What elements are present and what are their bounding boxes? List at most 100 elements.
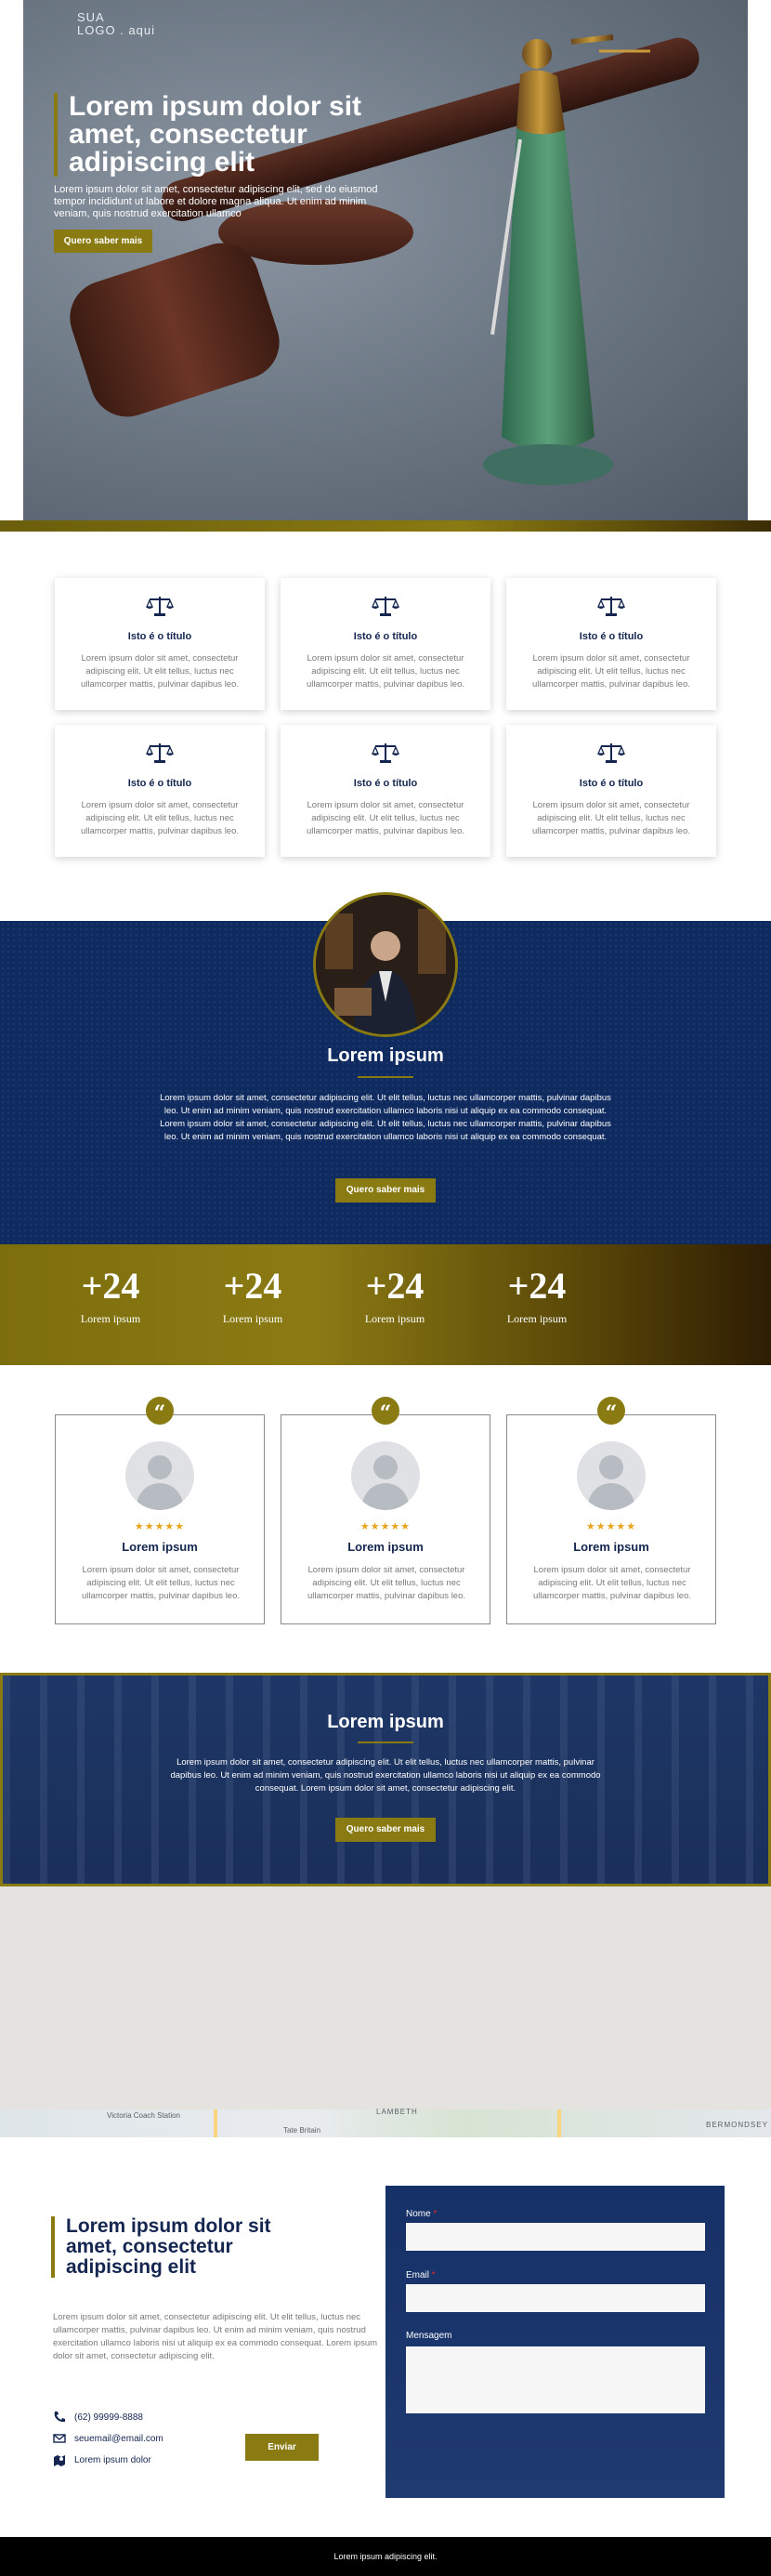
contact-address-text: Lorem ipsum dolor [74, 2454, 151, 2465]
avatar-head [599, 1455, 623, 1479]
scale-icon [372, 597, 399, 616]
service-card[interactable]: Isto é o título Lorem ipsum dolor sit ame… [506, 725, 716, 857]
testimonial-text: Lorem ipsum dolor sit amet, consectetur … [81, 1565, 241, 1601]
service-card[interactable]: Isto é o título Lorem ipsum dolor sit ame… [281, 578, 490, 710]
about-text: Lorem ipsum dolor sit amet, consectetur … [160, 1093, 611, 1142]
contact-email-text: seuemail@email.com [74, 2433, 163, 2444]
counter-label: Lorem ipsum [222, 1312, 283, 1325]
service-card[interactable]: Isto é o título Lorem ipsum dolor sit ame… [55, 725, 265, 857]
map-road [214, 2109, 217, 2137]
message-label: Mensagem [406, 2331, 452, 2341]
map-label-tate-britain: Tate Britain [283, 2126, 321, 2135]
service-card-text: Lorem ipsum dolor sit amet, consectetur … [306, 800, 465, 836]
avatar-head [148, 1455, 172, 1479]
counter-value: +24 [365, 1265, 425, 1307]
map-embed[interactable] [0, 1886, 771, 2137]
avatar-body [137, 1483, 183, 1510]
logo[interactable]: SUA LOGO . aqui [77, 11, 155, 37]
contact-address[interactable]: Lorem ipsum dolor [53, 2453, 151, 2466]
testimonial-name: Lorem ipsum [573, 1540, 649, 1554]
lawyer-photo [313, 892, 458, 1037]
message-field[interactable] [406, 2346, 705, 2413]
counter-label: Lorem ipsum [364, 1312, 425, 1325]
service-card[interactable]: Isto é o título Lorem ipsum dolor sit ame… [55, 578, 265, 710]
footer: Lorem ipsum adipiscing elit. [0, 2537, 771, 2576]
cta-title: Lorem ipsum [327, 1712, 444, 1732]
envelope-icon [53, 2434, 66, 2443]
map-road [557, 2109, 561, 2137]
lawyer-portrait [316, 895, 455, 1034]
counter-value: +24 [223, 1265, 282, 1307]
hero-text: Lorem ipsum dolor sit amet, consectetur … [54, 184, 378, 219]
map-label-coach-station: Victoria Coach Station [107, 2111, 181, 2120]
service-card-text: Lorem ipsum dolor sit amet, consectetur … [80, 800, 240, 836]
testimonial-card: ★★★★★ Lorem ipsum Lorem ipsum dolor sit am… [281, 1414, 490, 1624]
contact-title-block: Lorem ipsum dolor sit amet, consectetur … [51, 2216, 326, 2278]
required-mark: * [433, 2209, 438, 2219]
email-label-text: Email [406, 2270, 430, 2280]
lady-justice-statue-image [483, 34, 650, 485]
counter-item: +24 Lorem ipsum [197, 1266, 308, 1326]
counter-item: +24 Lorem ipsum [481, 1266, 593, 1326]
service-card[interactable]: Isto é o título Lorem ipsum dolor sit ame… [281, 725, 490, 857]
submit-button[interactable]: Enviar [245, 2434, 319, 2461]
name-label: Nome * [406, 2209, 437, 2219]
avatar [351, 1441, 420, 1510]
service-card-text: Lorem ipsum dolor sit amet, consectetur … [531, 800, 691, 836]
counter-value: +24 [507, 1265, 567, 1307]
hero-title: Lorem ipsum dolor sit amet, consectetur … [69, 91, 362, 177]
testimonial-card: ★★★★★ Lorem ipsum Lorem ipsum dolor sit am… [506, 1414, 716, 1624]
email-field[interactable] [406, 2284, 705, 2312]
service-card-text: Lorem ipsum dolor sit amet, consectetur … [531, 653, 691, 690]
scale-icon [146, 597, 174, 616]
name-field[interactable] [406, 2223, 705, 2251]
star-rating: ★★★★★ [134, 1521, 186, 1532]
service-card[interactable]: Isto é o título Lorem ipsum dolor sit ame… [506, 578, 716, 710]
contact-email[interactable]: seuemail@email.com [53, 2432, 163, 2445]
counter-label: Lorem ipsum [506, 1312, 568, 1325]
quote-icon: “ [597, 1397, 625, 1426]
service-card-title: Isto é o título [353, 778, 418, 789]
service-card-title: Isto é o título [579, 778, 644, 789]
hero-section: SUA LOGO . aqui [23, 0, 748, 520]
scale-icon [597, 743, 625, 763]
contact-text: Lorem ipsum dolor sit amet, consectetur … [53, 2312, 378, 2361]
cta-title-underline [358, 1741, 413, 1743]
about-title-underline [358, 1076, 413, 1078]
contact-phone-text: (62) 99999-8888 [74, 2412, 143, 2423]
logo-line-1: SUA [77, 10, 105, 24]
logo-line-2: LOGO . aqui [77, 23, 155, 37]
service-card-title: Isto é o título [353, 631, 418, 642]
avatar-head [373, 1455, 398, 1479]
testimonial-name: Lorem ipsum [122, 1540, 198, 1554]
scale-icon [146, 743, 174, 763]
contact-phone[interactable]: (62) 99999-8888 [53, 2411, 143, 2424]
avatar-body [362, 1483, 409, 1510]
star-rating: ★★★★★ [359, 1521, 412, 1532]
required-mark: * [431, 2270, 436, 2280]
about-title: Lorem ipsum [327, 1045, 444, 1066]
hero-cta-button[interactable]: Quero saber mais [54, 230, 152, 253]
contact-title: Lorem ipsum dolor sit amet, consectetur … [66, 2215, 271, 2278]
service-card-text: Lorem ipsum dolor sit amet, consectetur … [306, 653, 465, 690]
map-label-lambeth: LAMBETH [376, 2108, 418, 2116]
hero-title-block: Lorem ipsum dolor sit amet, consectetur … [54, 93, 403, 177]
service-card-title: Isto é o título [579, 631, 644, 642]
service-card-title: Isto é o título [127, 778, 192, 789]
phone-icon [54, 2412, 65, 2423]
counter-value: +24 [81, 1265, 140, 1307]
about-cta-button[interactable]: Quero saber mais [335, 1178, 436, 1203]
testimonial-text: Lorem ipsum dolor sit amet, consectetur … [532, 1565, 692, 1601]
cta-button[interactable]: Quero saber mais [335, 1818, 436, 1842]
gavel-head-image [59, 233, 290, 427]
testimonial-name: Lorem ipsum [347, 1540, 424, 1554]
testimonial-text: Lorem ipsum dolor sit amet, consectetur … [307, 1565, 466, 1601]
hero-divider-bar [0, 520, 771, 532]
quote-icon: “ [146, 1397, 174, 1426]
avatar [577, 1441, 646, 1510]
scale-icon [372, 743, 399, 763]
quote-icon: “ [372, 1397, 399, 1426]
map-marker-icon [54, 2455, 65, 2466]
name-label-text: Nome [406, 2209, 431, 2219]
contact-form: Nome * Email * Mensagem [386, 2186, 725, 2498]
